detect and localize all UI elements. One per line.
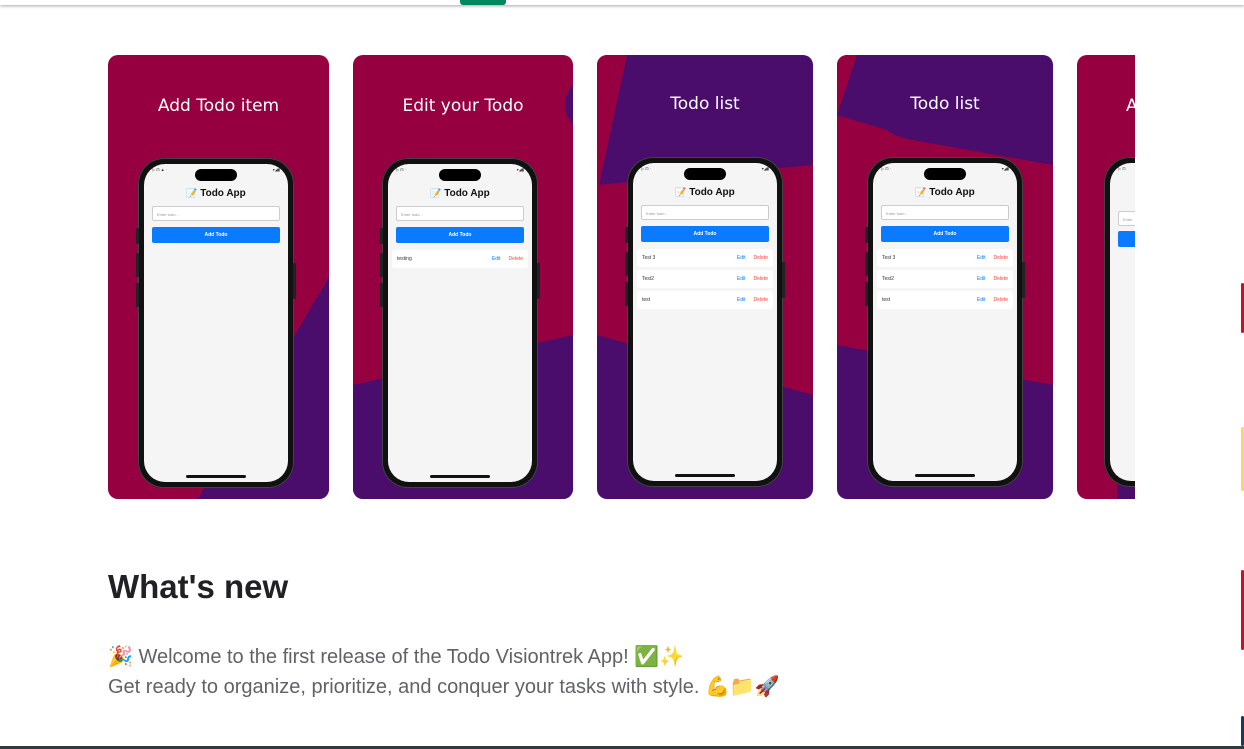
screenshot-1[interactable]: Add Todo item ▷ ⊡ ▲ · ▾◢▮ 📝 Todo App Ente… (108, 55, 329, 499)
todo-input: Enter todo... (881, 205, 1009, 220)
add-todo-button: Add Todo (152, 227, 280, 243)
phone-mockup: ▷ ⊡ · ▾◢▮ 📝 Todo App Enter todo... Add To… (625, 157, 785, 487)
todo-item: Test2 Edit Delete (877, 270, 1013, 288)
todo-input: Enter todo... (641, 205, 769, 220)
add-todo-button: Add Todo (396, 227, 524, 243)
phone-mockup: ▷ ⊡ · ▾◢▮ 📝 Todo App Enter todo... Add To… (865, 157, 1025, 487)
todo-item: Test 3 Edit Delete (637, 249, 773, 267)
screenshot-caption: Todo list (910, 94, 980, 114)
screenshot-caption: A (1126, 96, 1135, 116)
phone-mockup: ▷ ⊡ Enter (1104, 157, 1135, 487)
screenshot-caption: Add Todo item (157, 96, 280, 116)
todo-item: testing Edit Delete (392, 250, 528, 268)
add-todo-button: Add Todo (641, 226, 769, 242)
add-todo-button (1118, 231, 1135, 247)
screenshot-3[interactable]: Todo list ▷ ⊡ · ▾◢▮ 📝 Todo App Enter todo… (597, 55, 813, 499)
home-indicator (430, 475, 490, 478)
phone-screen: ▷ ⊡ · ▾◢▮ 📝 Todo App Enter todo... Add To… (388, 164, 532, 482)
todo-item: Test 3 Edit Delete (877, 249, 1013, 267)
status-bar: ▷ ⊡ (1118, 166, 1126, 171)
app-title: 📝 Todo App (915, 187, 975, 198)
screenshot-caption: Edit your Todo (402, 96, 524, 116)
whats-new-line-1: 🎉 Welcome to the first release of the To… (108, 646, 685, 668)
app-title: 📝 Todo App (186, 188, 246, 199)
status-bar: ▷ ⊡ · ▾◢▮ (641, 166, 769, 171)
todo-input: Enter (1118, 211, 1135, 226)
app-title: 📝 Todo App (430, 188, 490, 199)
home-indicator (915, 474, 975, 477)
phone-mockup: ▷ ⊡ · ▾◢▮ 📝 Todo App Enter todo... Add To… (380, 158, 540, 488)
screenshot-4[interactable]: Todo list ▷ ⊡ · ▾◢▮ 📝 Todo App Enter todo… (837, 55, 1053, 499)
phone-screen: ▷ ⊡ · ▾◢▮ 📝 Todo App Enter todo... Add To… (633, 163, 777, 481)
screenshot-5[interactable]: A ▷ ⊡ Enter (1077, 55, 1135, 499)
screenshot-carousel[interactable]: Add Todo item ▷ ⊡ ▲ · ▾◢▮ 📝 Todo App Ente… (108, 55, 1135, 500)
whats-new-line-2: Get ready to organize, prioritize, and c… (108, 676, 780, 698)
top-bar (0, 0, 1244, 5)
app-title: 📝 Todo App (675, 187, 735, 198)
phone-screen: ▷ ⊡ Enter (1110, 163, 1135, 481)
whats-new-title: What's new (108, 568, 289, 605)
todo-input: Enter todo... (152, 206, 280, 221)
status-bar: ▷ ⊡ ▲ · ▾◢▮ (152, 167, 280, 172)
status-bar: ▷ ⊡ · ▾◢▮ (396, 167, 524, 172)
status-bar: ▷ ⊡ · ▾◢▮ (881, 166, 1009, 171)
home-indicator (186, 475, 246, 478)
home-indicator (675, 474, 735, 477)
phone-mockup: ▷ ⊡ ▲ · ▾◢▮ 📝 Todo App Enter todo... Add … (136, 158, 296, 488)
memo-icon: 📝 (186, 188, 198, 198)
add-todo-button: Add Todo (881, 226, 1009, 242)
screenshot-2[interactable]: Edit your Todo ▷ ⊡ · ▾◢▮ 📝 Todo App Enter… (353, 55, 573, 499)
active-tab-indicator (460, 0, 506, 5)
todo-item: test Edit Delete (877, 291, 1013, 309)
todo-item: test Edit Delete (637, 291, 773, 309)
memo-icon: 📝 (915, 187, 927, 197)
todo-item: Test2 Edit Delete (637, 270, 773, 288)
todo-input: Enter todo... (396, 206, 524, 221)
screenshot-caption: Todo list (670, 94, 740, 114)
memo-icon: 📝 (430, 188, 442, 198)
memo-icon: 📝 (675, 187, 687, 197)
phone-screen: ▷ ⊡ ▲ · ▾◢▮ 📝 Todo App Enter todo... Add … (144, 164, 288, 482)
phone-screen: ▷ ⊡ · ▾◢▮ 📝 Todo App Enter todo... Add To… (873, 163, 1017, 481)
